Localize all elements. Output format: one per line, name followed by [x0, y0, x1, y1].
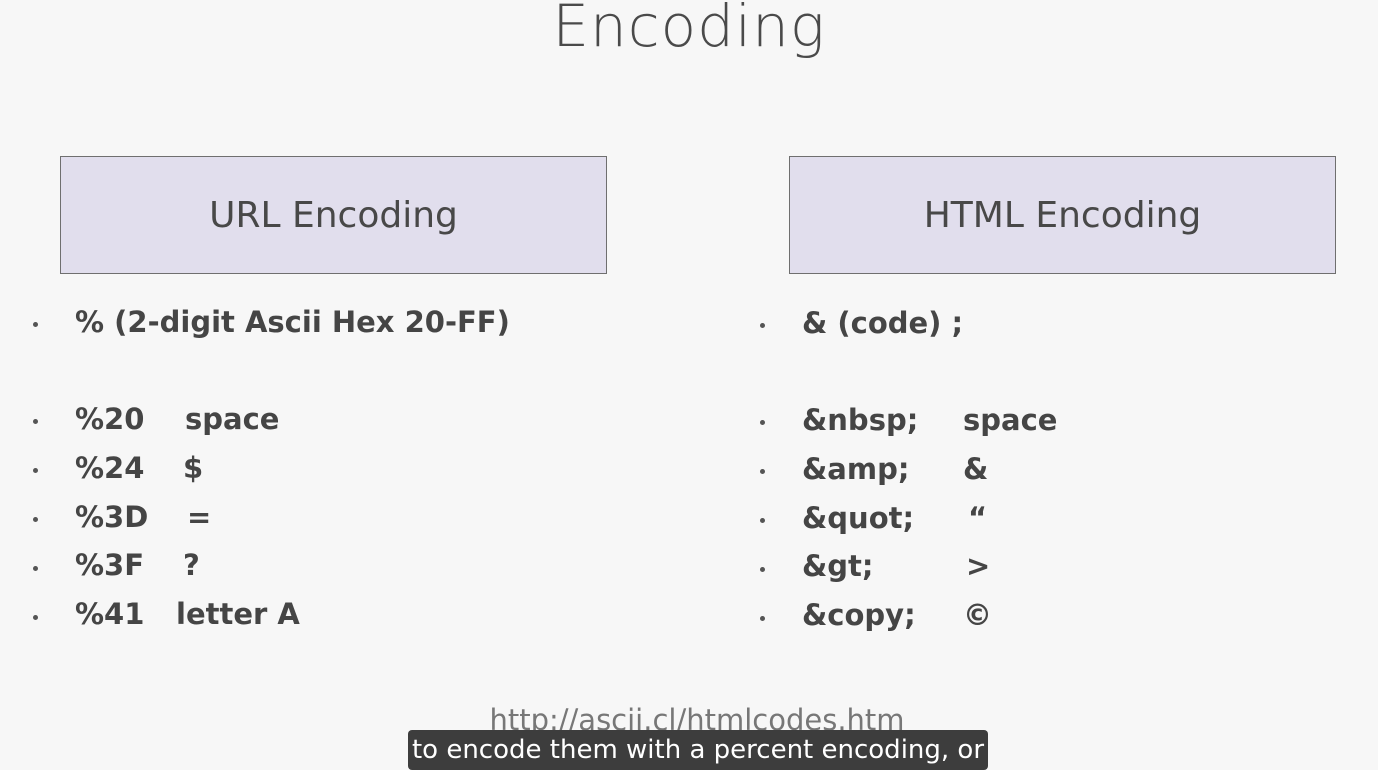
bullet-dot [33, 322, 38, 327]
url-code: %20 [75, 402, 145, 436]
html-code: &amp; [802, 452, 910, 486]
html-code: &nbsp; [802, 403, 919, 437]
html-code: &copy; [802, 598, 916, 632]
url-meaning: letter A [176, 597, 300, 631]
html-code: &gt; [802, 549, 874, 583]
bullet-dot [760, 323, 765, 328]
url-meaning: = [187, 500, 212, 534]
url-code: %3F [75, 548, 145, 582]
html-list-header: & (code) ; [802, 306, 964, 340]
url-list-header: % (2-digit Ascii Hex 20-FF) [75, 305, 510, 339]
url-code: %41 [75, 597, 145, 631]
video-caption: to encode them with a percent encoding, … [408, 730, 988, 770]
url-encoding-label: URL Encoding [209, 194, 458, 236]
url-meaning: $ [183, 451, 204, 485]
url-encoding-box: URL Encoding [60, 156, 607, 274]
html-meaning: © [963, 598, 992, 632]
html-encoding-label: HTML Encoding [923, 194, 1202, 236]
bullet-dot [33, 419, 38, 424]
html-meaning: > [966, 549, 991, 583]
bullet-dot [760, 420, 765, 425]
html-meaning: space [963, 403, 1058, 437]
url-meaning: space [185, 402, 280, 436]
bullet-dot [760, 469, 765, 474]
slide: Encoding URL Encoding HTML Encoding % (2… [0, 0, 1378, 770]
bullet-dot [33, 615, 38, 620]
url-meaning: ? [183, 548, 200, 582]
bullet-dot [760, 616, 765, 621]
html-meaning: “ [968, 501, 988, 535]
url-code: %3D [75, 500, 149, 534]
html-encoding-box: HTML Encoding [789, 156, 1336, 274]
html-code: &quot; [802, 501, 915, 535]
bullet-dot [33, 517, 38, 522]
slide-title: Encoding [552, 0, 826, 60]
url-code: %24 [75, 451, 145, 485]
bullet-dot [33, 468, 38, 473]
bullet-dot [760, 567, 765, 572]
bullet-dot [33, 566, 38, 571]
bullet-dot [760, 518, 765, 523]
html-meaning: & [963, 452, 989, 486]
